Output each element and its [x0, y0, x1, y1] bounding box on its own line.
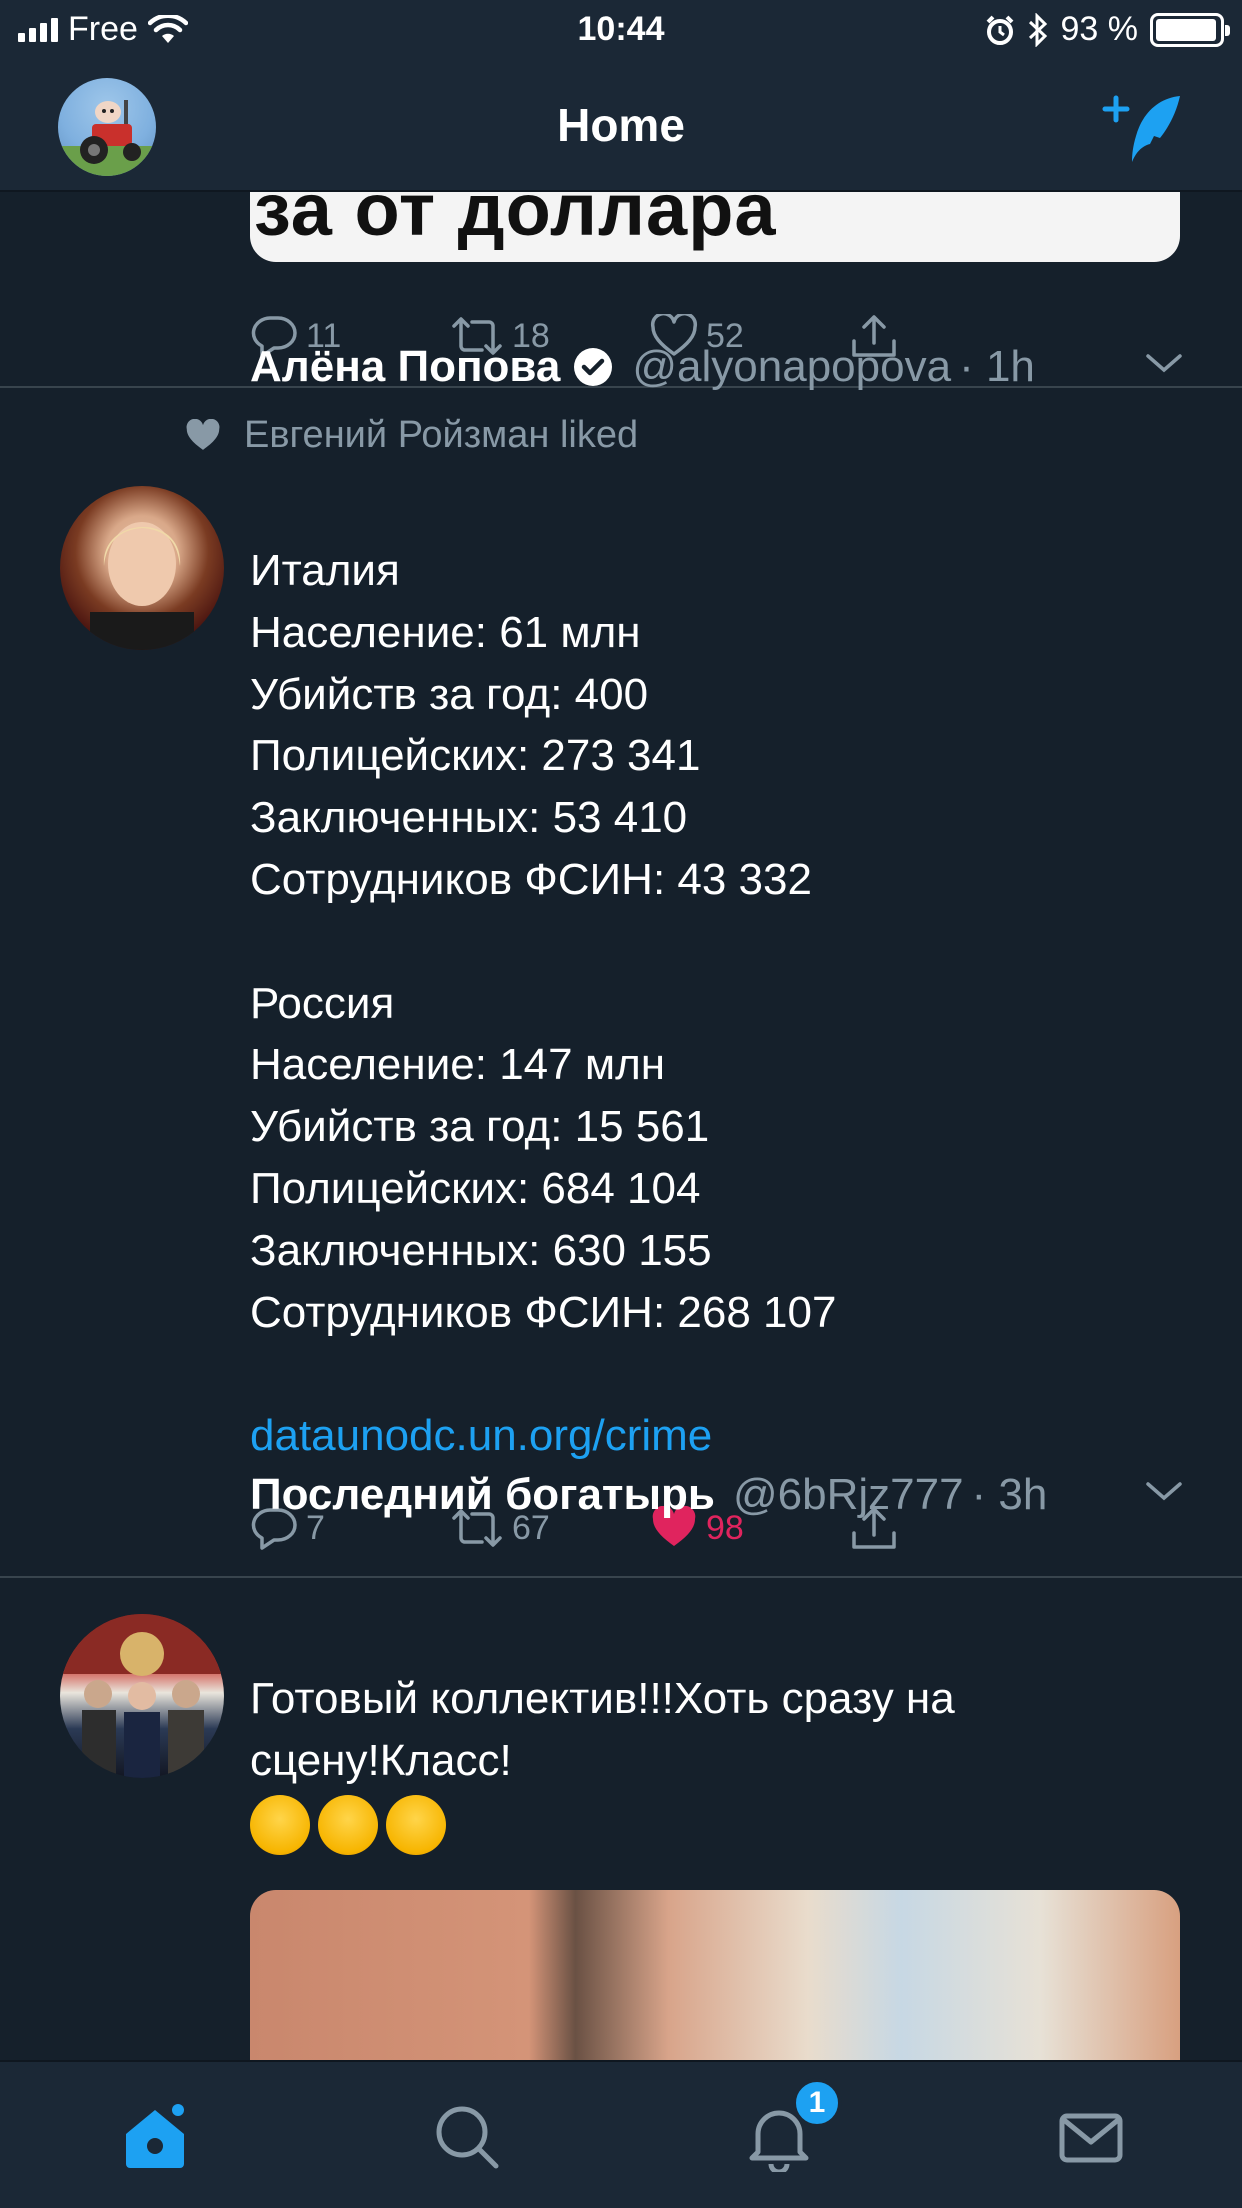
page-title: Home: [557, 99, 685, 151]
tweet-link[interactable]: dataunodc.un.org/crime: [250, 1405, 1180, 1467]
tweet-line: Население: 61 млн: [250, 607, 641, 657]
tweet-line: Сотрудников ФСИН: 268 107: [250, 1287, 837, 1337]
alarm-icon: [986, 15, 1013, 45]
tweet-text: Италия Население: 61 млн Убийств за год:…: [250, 540, 1180, 1467]
top-nav-bar: Home: [0, 62, 1242, 192]
heart-icon: [186, 418, 220, 450]
status-right: 93 %: [985, 10, 1230, 49]
tweet-time: · 1h: [959, 342, 1035, 391]
bluetooth-icon: [1028, 12, 1047, 47]
author-handle[interactable]: @alyonapopova: [632, 342, 951, 392]
author-handle[interactable]: @6bRjz777: [733, 1470, 964, 1520]
bottom-tab-bar: [0, 2060, 1242, 2208]
avatar-photo: [60, 1614, 224, 1778]
timeline-feed[interactable]: за от доллара 11 18 52 Евгений Ройзман l…: [0, 192, 1242, 2060]
tweet-line: Сотрудников ФСИН: 43 332: [250, 854, 812, 904]
verified-badge-icon: [574, 348, 613, 386]
tweet-time: · 3h: [971, 1470, 1048, 1519]
tweet-line: Убийств за год: 15 561: [250, 1102, 710, 1152]
tweet-line: сцену!Класс!: [250, 1735, 512, 1785]
tweet-line: Население: 147 млн: [250, 1040, 666, 1090]
tweet-line: Италия: [250, 546, 400, 595]
tweet-line: Россия: [250, 978, 395, 1028]
battery-icon: [1150, 12, 1230, 47]
compose-tweet-icon[interactable]: [1102, 90, 1186, 166]
emoji-row: [250, 1792, 1180, 1855]
avatar-photo: [90, 522, 194, 650]
hugging-face-emoji: [386, 1794, 446, 1855]
tweet-divider: [0, 1576, 1242, 1578]
notifications-badge: 1: [792, 2078, 842, 2128]
tweet-line: Полицейских: 273 341: [250, 731, 701, 781]
home-icon[interactable]: [120, 2102, 190, 2172]
image-caption: за от доллара: [254, 192, 777, 251]
chevron-down-icon[interactable]: [1144, 352, 1184, 376]
tweet-line: Полицейских: 684 104: [250, 1163, 701, 1213]
tweet-image[interactable]: за от доллара: [250, 192, 1180, 262]
tweet-line: Заключенных: 53 410: [250, 793, 688, 843]
hugging-face-emoji: [250, 1794, 310, 1855]
tweet-media[interactable]: [250, 1890, 1180, 2060]
tweet-line: Убийств за год: 400: [250, 669, 649, 719]
social-context-label: Евгений Ройзман liked: [244, 414, 639, 456]
tweet-text: Готовый коллектив!!!Хоть сразу на сцену!…: [250, 1668, 1180, 1855]
avatar[interactable]: [60, 1614, 224, 1778]
author-name[interactable]: Алёна Попова: [250, 342, 560, 392]
hugging-face-emoji: [318, 1794, 378, 1855]
battery-percent: 93 %: [1060, 10, 1139, 48]
search-icon[interactable]: [432, 2102, 502, 2172]
chevron-down-icon[interactable]: [1144, 1480, 1184, 1504]
tweet-header: Алёна Попова @alyonapopova · 1h: [250, 342, 1035, 392]
author-name[interactable]: Последний богатырь: [250, 1470, 715, 1520]
tweet-header: Последний богатырь @6bRjz777 · 3h: [250, 1470, 1047, 1520]
avatar[interactable]: [60, 486, 224, 650]
social-context: Евгений Ройзман liked: [184, 414, 638, 457]
messages-envelope-icon[interactable]: [1056, 2102, 1126, 2172]
tweet-line: Готовый коллектив!!!Хоть сразу на: [250, 1674, 955, 1723]
status-bar: Free 10:44 93 %: [0, 0, 1242, 62]
tweet-line: Заключенных: 630 155: [250, 1225, 712, 1275]
